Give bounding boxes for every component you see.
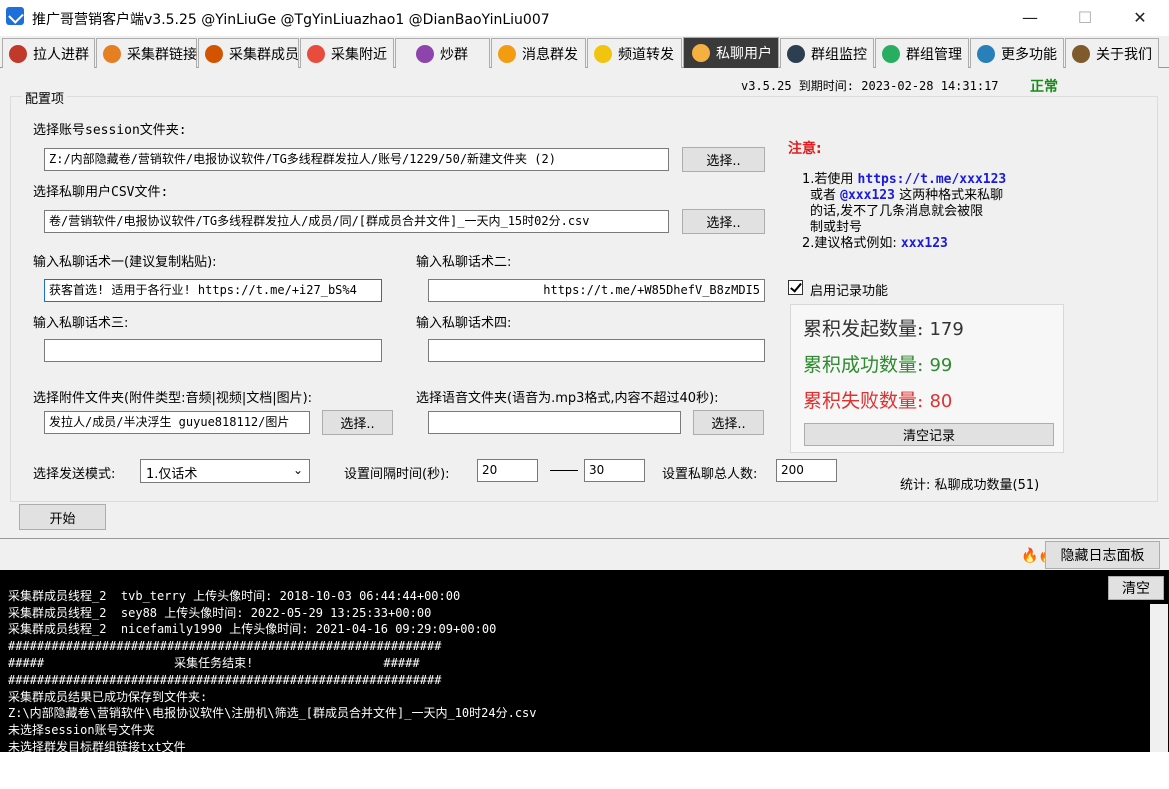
- script1-input[interactable]: 获客首选! 适用于各行业! https://t.me/+i27_bS%4: [44, 279, 382, 302]
- log-line: 未选择session账号文件夹: [8, 723, 155, 738]
- total-users-label: 设置私聊总人数:: [662, 467, 758, 482]
- notice-line-5: 2.建议格式例如: xxx123: [802, 236, 948, 251]
- csv-file-label: 选择私聊用户CSV文件:: [33, 185, 169, 200]
- range-dash: [550, 470, 578, 471]
- tab-collect-members[interactable]: 采集群成员: [198, 38, 299, 68]
- choose-voice-button[interactable]: 选择..: [693, 410, 764, 435]
- clear-log-button[interactable]: 清空: [1108, 576, 1164, 600]
- log-line: 采集群成员线程_2 nicefamily1990 上传头像时间: 2021-04…: [8, 622, 497, 637]
- script1-label: 输入私聊话术一(建议复制粘贴):: [33, 255, 217, 270]
- log-line: 采集群成员线程_2 tvb_terry 上传头像时间: 2018-10-03 0…: [8, 588, 461, 603]
- attachment-folder-label: 选择附件文件夹(附件类型:音频|视频|文档|图片):: [33, 391, 313, 406]
- interval-min-input[interactable]: 20: [477, 459, 538, 482]
- script4-label: 输入私聊话术四:: [416, 316, 512, 331]
- notice-line-3: 的话,发不了几条消息就会被限: [810, 204, 984, 219]
- link-icon: [103, 44, 121, 63]
- log-header: 🔥🔥 隐藏日志面板: [0, 538, 1169, 570]
- voice-folder-label: 选择语音文件夹(语音为.mp3格式,内容不超过40秒):: [416, 391, 719, 406]
- choose-attachment-button[interactable]: 选择..: [322, 410, 393, 435]
- maximize-button[interactable]: ☐: [1062, 0, 1108, 34]
- status-badge: 正常: [1030, 79, 1058, 95]
- window-title: 推广哥营销客户端v3.5.25 @YinLiuGe @TgYinLiuazhao…: [32, 12, 550, 28]
- notice-line-2: 或者 @xxx123 这两种格式来私聊: [810, 188, 1004, 203]
- tab-group-manage[interactable]: 群组管理: [875, 38, 969, 68]
- log-line: 未选择群发目标群组链接txt文件: [8, 739, 186, 754]
- choose-csv-button[interactable]: 选择..: [682, 209, 765, 234]
- script2-input[interactable]: https://t.me/+W85DhefV_B8zMDI5: [428, 279, 765, 302]
- manage-icon: [882, 44, 900, 63]
- user-icon: [692, 44, 710, 62]
- script3-label: 输入私聊话术三:: [33, 316, 129, 331]
- script4-input[interactable]: [428, 339, 765, 362]
- minimize-button[interactable]: —: [1007, 0, 1053, 34]
- tab-about-us[interactable]: 关于我们: [1065, 38, 1159, 68]
- stats-summary: 统计: 私聊成功数量(51): [900, 478, 1040, 493]
- log-line: ##### 采集任务结束! #####: [8, 655, 420, 670]
- close-button[interactable]: ✕: [1117, 0, 1163, 34]
- stat-fail: 累积失败数量: 80: [803, 390, 953, 412]
- stat-success: 累积成功数量: 99: [803, 354, 953, 376]
- stat-total: 累积发起数量: 179: [803, 318, 964, 340]
- notice-box: 注意: 1.若使用 https://t.me/xxx123 或者 @xxx123…: [788, 138, 1048, 252]
- tab-collect-group-links[interactable]: 采集群链接: [96, 38, 197, 68]
- choose-session-button[interactable]: 选择..: [682, 147, 765, 172]
- interval-label: 设置间隔时间(秒):: [344, 467, 450, 482]
- tab-private-chat[interactable]: 私聊用户: [683, 37, 779, 68]
- log-output: 采集群成员线程_2 tvb_terry 上传头像时间: 2018-10-03 0…: [8, 571, 1138, 789]
- enable-record-label: 启用记录功能: [810, 284, 889, 299]
- monitor-icon: [787, 44, 805, 63]
- send-mode-label: 选择发送模式:: [33, 467, 116, 482]
- tab-collect-nearby[interactable]: 采集附近: [300, 38, 394, 68]
- voice-folder-input[interactable]: [428, 411, 681, 434]
- members-icon: [205, 44, 223, 63]
- notice-line-4: 制或封号: [810, 220, 863, 235]
- app-icon: [6, 7, 24, 25]
- enable-record-checkbox[interactable]: [788, 280, 803, 295]
- tab-strip: 拉人进群 采集群链接 采集群成员 采集附近 炒群 消息群发 频道转发 私聊用户 …: [0, 36, 1169, 68]
- config-legend: 配置项: [22, 88, 68, 107]
- main-panel: v3.5.25 到期时间: 2023-02-28 14:31:17 正常 配置项…: [0, 68, 1169, 538]
- attachment-folder-input[interactable]: 发拉人/成员/半决浮生 guyue818112/图片: [44, 411, 310, 434]
- log-line: Z:\内部隐藏卷\营销软件\电报协议软件\注册机\筛选_[群成员合并文件]_一天…: [8, 706, 537, 721]
- log-line: ########################################…: [8, 639, 442, 654]
- forward-icon: [594, 44, 612, 63]
- log-line: ########################################…: [8, 672, 442, 687]
- script3-input[interactable]: [44, 339, 382, 362]
- tab-channel-forward[interactable]: 频道转发: [587, 38, 682, 68]
- csv-file-input[interactable]: 卷/营销软件/电报协议软件/TG多线程群发拉人/成员/同/[群成员合并文件]_一…: [44, 210, 669, 233]
- start-button[interactable]: 开始: [19, 504, 106, 530]
- interval-max-input[interactable]: 30: [584, 459, 645, 482]
- stats-panel: 累积发起数量: 179 累积成功数量: 99 累积失败数量: 80 清空记录: [790, 304, 1064, 453]
- more-icon: [977, 44, 995, 63]
- about-icon: [1072, 44, 1090, 63]
- log-line: 采集群成员线程_2 sey88 上传头像时间: 2022-05-29 13:25…: [8, 605, 432, 620]
- send-mode-select[interactable]: 1.仅话术 ⌄: [140, 459, 310, 483]
- tab-broadcast[interactable]: 消息群发: [491, 38, 586, 68]
- broadcast-icon: [498, 44, 516, 63]
- session-folder-input[interactable]: Z:/内部隐藏卷/营销软件/电报协议软件/TG多线程群发拉人/账号/1229/5…: [44, 148, 669, 171]
- hide-log-button[interactable]: 隐藏日志面板: [1045, 541, 1160, 569]
- total-users-input[interactable]: 200: [776, 459, 837, 482]
- clear-record-button[interactable]: 清空记录: [804, 423, 1054, 446]
- tab-more-features[interactable]: 更多功能: [970, 38, 1064, 68]
- log-line: 采集群成员结果已成功保存到文件夹:: [8, 689, 208, 704]
- notice-line-1: 1.若使用 https://t.me/xxx123: [802, 172, 1007, 187]
- version-expiry: v3.5.25 到期时间: 2023-02-28 14:31:17: [741, 79, 999, 93]
- user-add-icon: [9, 44, 27, 63]
- chevron-down-icon: ⌄: [292, 463, 303, 477]
- tab-pull-into-group[interactable]: 拉人进群: [2, 38, 95, 68]
- script2-label: 输入私聊话术二:: [416, 255, 512, 270]
- session-folder-label: 选择账号session文件夹:: [33, 123, 187, 138]
- title-bar: 推广哥营销客户端v3.5.25 @YinLiuGe @TgYinLiuazhao…: [0, 0, 1169, 36]
- tab-hype-group[interactable]: 炒群: [395, 38, 490, 68]
- nearby-icon: [307, 44, 325, 63]
- log-panel: 采集群成员线程_2 tvb_terry 上传头像时间: 2018-10-03 0…: [0, 570, 1169, 754]
- notice-title: 注意:: [788, 141, 822, 157]
- tab-group-monitor[interactable]: 群组监控: [780, 38, 874, 68]
- log-scrollbar[interactable]: [1150, 604, 1168, 752]
- chat-icon: [416, 44, 434, 63]
